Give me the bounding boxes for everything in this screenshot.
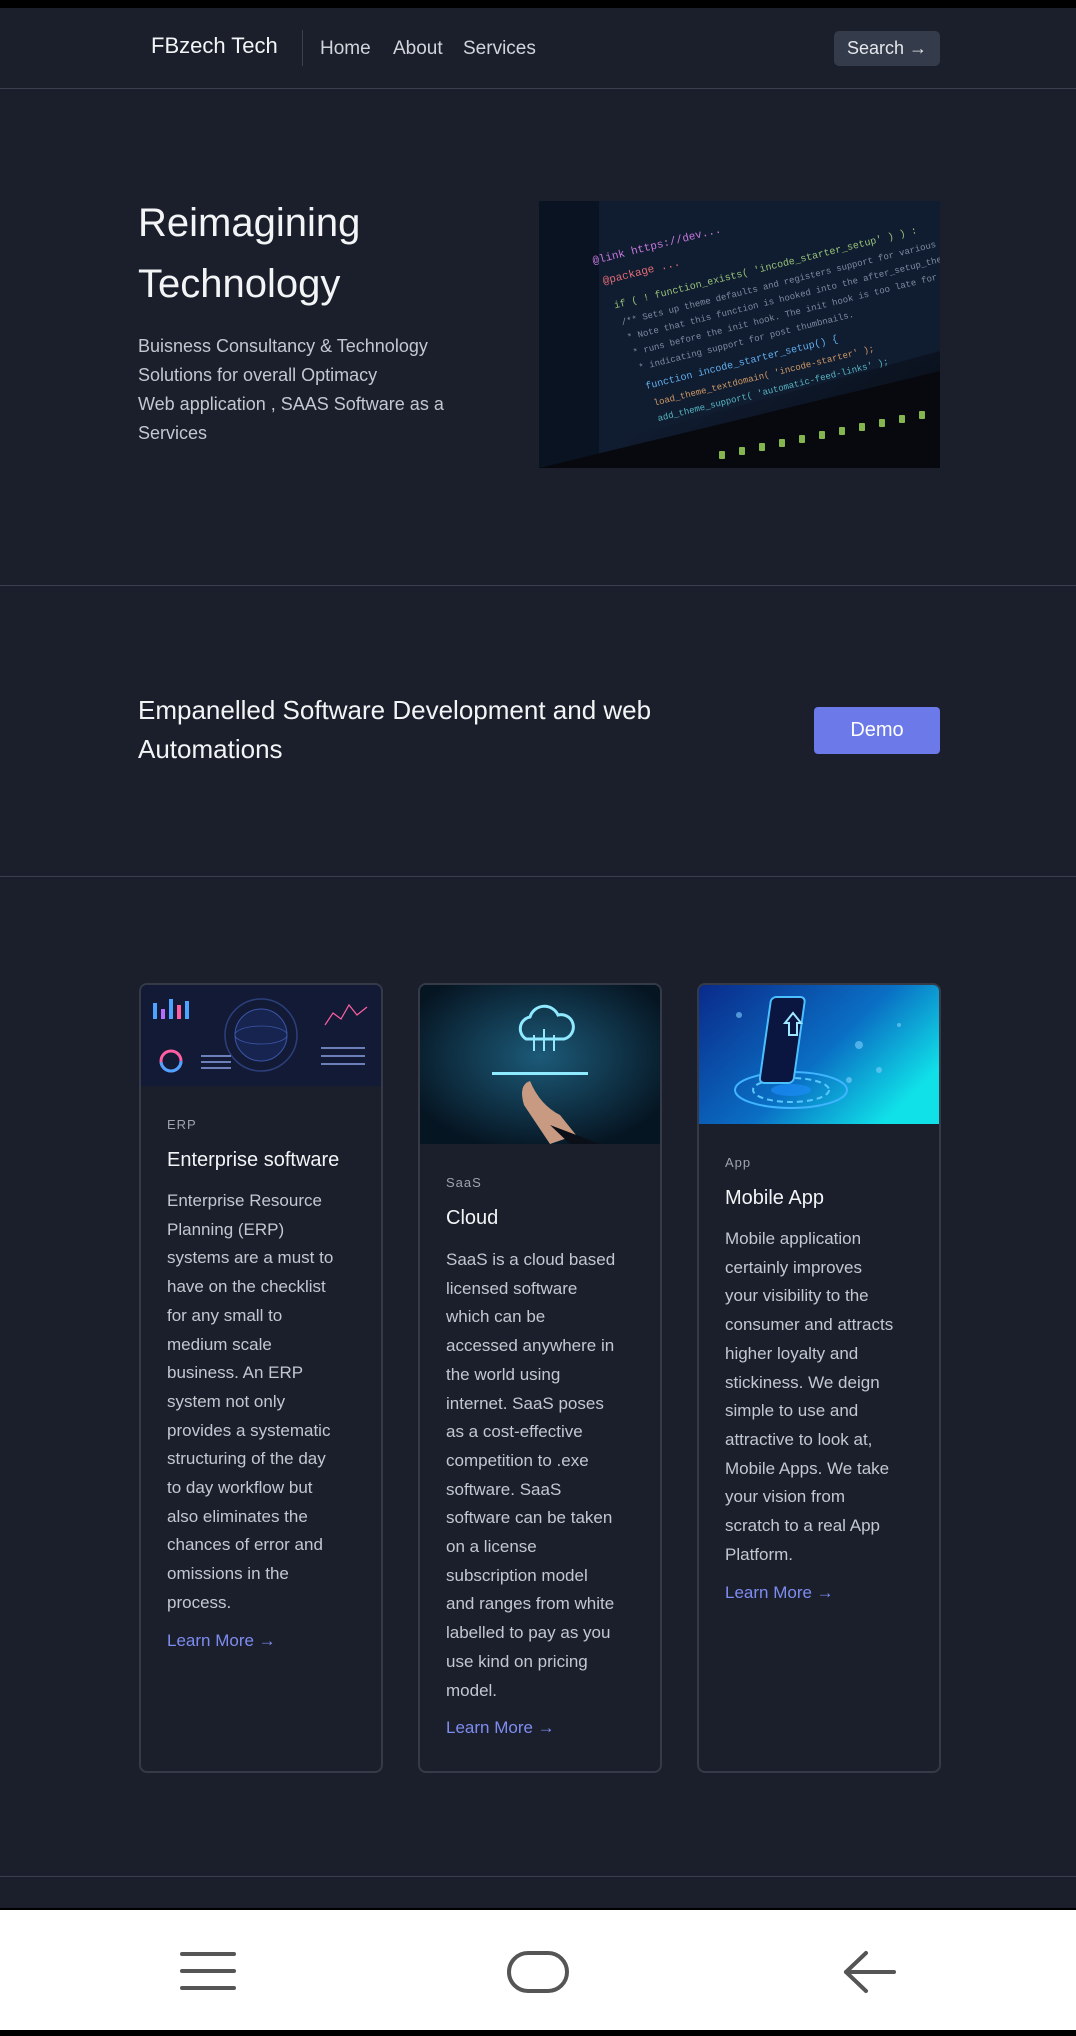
card-text-line: licensed software	[446, 1278, 578, 1298]
card-text-line: Platform.	[725, 1544, 794, 1564]
card-text-line: scratch to a real App	[725, 1516, 880, 1536]
learn-more-link[interactable]: Learn More →	[167, 1631, 276, 1651]
card-text-line: to day workflow but	[167, 1478, 313, 1498]
erp-dashboard-image	[141, 985, 381, 1086]
card-text-line: Mobile application	[725, 1229, 862, 1248]
card-text-line: have on the checklist	[167, 1277, 326, 1297]
system-navigation-bar	[0, 1910, 1076, 2030]
hero-title: Reimagining Technology	[138, 193, 518, 315]
card-title: Cloud	[446, 1207, 499, 1229]
card-description: Mobile application certainly improves yo…	[725, 1225, 925, 1569]
card-text-line: Mobile Apps. We take	[725, 1458, 890, 1478]
learn-more-link[interactable]: Learn More →	[725, 1583, 834, 1603]
card-text-line: software can be taken	[446, 1508, 613, 1528]
card-text-line: competition to .exe	[446, 1450, 589, 1470]
card-category: ERP	[167, 1117, 197, 1132]
hero-desc-line-4: Services	[138, 423, 208, 443]
card-text-line: your vision from	[725, 1487, 845, 1507]
card-text-line: the world using	[446, 1364, 561, 1384]
card-text-line: SaaS is a cloud based	[446, 1250, 616, 1269]
section-divider	[0, 585, 1076, 586]
card-text-line: also eliminates the	[167, 1506, 308, 1526]
card-title: Enterprise software	[167, 1149, 340, 1171]
top-navigation: FBzech Tech Home About Services Search →	[0, 8, 1076, 89]
card-text-line: and ranges from white	[446, 1594, 615, 1614]
card-text-line: Enterprise Resource	[167, 1191, 322, 1210]
hero-title-line-1: Reimagining	[138, 201, 361, 245]
hero-description: Buisness Consultancy & Technology Soluti…	[138, 332, 468, 448]
hero-title-line-2: Technology	[138, 262, 341, 306]
section-divider	[0, 876, 1076, 877]
nav-divider	[302, 30, 303, 66]
card-text-line: medium scale	[167, 1334, 272, 1354]
card-text-line: for any small to	[167, 1305, 283, 1325]
card-text-line: systems are a must to	[167, 1248, 334, 1268]
service-card-erp: ERP Enterprise software Enterprise Resou…	[139, 983, 383, 1773]
hero-desc-line-2: Solutions for overall Optimacy	[138, 365, 378, 385]
brand-name[interactable]: FBzech Tech	[151, 33, 278, 59]
card-text-line: process.	[167, 1592, 232, 1612]
nav-link-about[interactable]: About	[393, 38, 443, 60]
card-text-line: certainly improves	[725, 1257, 862, 1277]
card-text-line: stickiness. We deign	[725, 1372, 880, 1392]
card-text-line: structuring of the day	[167, 1449, 326, 1469]
service-card-app: App Mobile App Mobile application certai…	[697, 983, 941, 1773]
home-icon[interactable]	[506, 1950, 570, 1999]
card-text-line: your visibility to the	[725, 1286, 869, 1306]
card-text-line: simple to use and	[725, 1401, 859, 1421]
card-text-line: use kind on pricing	[446, 1651, 588, 1671]
card-text-line: software. SaaS	[446, 1479, 562, 1499]
code-laptop-illustration: @link https://dev... @package ... if ( !…	[539, 201, 940, 468]
card-text-line: attractive to look at,	[725, 1429, 873, 1449]
card-title: Mobile App	[725, 1187, 824, 1209]
card-category: SaaS	[446, 1175, 482, 1190]
demo-button[interactable]: Demo	[814, 707, 940, 754]
cloud-image	[420, 985, 660, 1144]
card-text-line: omissions in the	[167, 1564, 289, 1584]
card-description: Enterprise Resource Planning (ERP) syste…	[167, 1187, 367, 1618]
card-text-line: consumer and attracts	[725, 1315, 894, 1335]
section-divider	[0, 1876, 1076, 1877]
learn-more-link[interactable]: Learn More →	[446, 1718, 555, 1738]
hero-code-image: @link https://dev... @package ... if ( !…	[539, 201, 940, 468]
cloud-hand-illustration	[420, 985, 660, 1144]
card-text-line: internet. SaaS poses	[446, 1393, 604, 1413]
card-text-line: as a cost-effective	[446, 1422, 583, 1442]
hero-desc-line-1: Buisness Consultancy & Technology	[138, 336, 428, 356]
card-text-line: business. An ERP	[167, 1363, 304, 1383]
browser-viewport: FBzech Tech Home About Services Search →…	[0, 8, 1076, 1908]
card-text-line: labelled to pay as you	[446, 1623, 611, 1643]
card-text-line: accessed anywhere in	[446, 1336, 615, 1356]
card-text-line: which can be	[446, 1307, 546, 1327]
nav-link-home[interactable]: Home	[320, 38, 371, 60]
card-text-line: higher loyalty and	[725, 1343, 859, 1363]
card-text-line: system not only	[167, 1391, 286, 1411]
nav-link-services[interactable]: Services	[463, 38, 536, 60]
card-text-line: on a license	[446, 1537, 537, 1557]
dashboard-illustration	[141, 985, 381, 1086]
card-text-line: Planning (ERP)	[167, 1219, 285, 1239]
search-button[interactable]: Search →	[834, 31, 940, 66]
hero-desc-line-3: Web application , SAAS Software as a	[138, 394, 444, 414]
back-icon[interactable]	[842, 1950, 898, 1999]
cta-heading: Empanelled Software Development and web …	[138, 695, 652, 764]
card-description: SaaS is a cloud based licensed software …	[446, 1246, 646, 1705]
menu-icon[interactable]	[178, 1950, 238, 1997]
phone-hologram-illustration	[699, 985, 939, 1124]
card-text-line: model.	[446, 1680, 498, 1700]
card-text-line: provides a systematic	[167, 1420, 331, 1440]
mobile-app-image	[699, 985, 939, 1124]
service-card-saas: SaaS Cloud SaaS is a cloud based license…	[418, 983, 662, 1773]
card-text-line: chances of error and	[167, 1535, 323, 1555]
card-category: App	[725, 1155, 752, 1170]
card-text-line: subscription model	[446, 1565, 588, 1585]
